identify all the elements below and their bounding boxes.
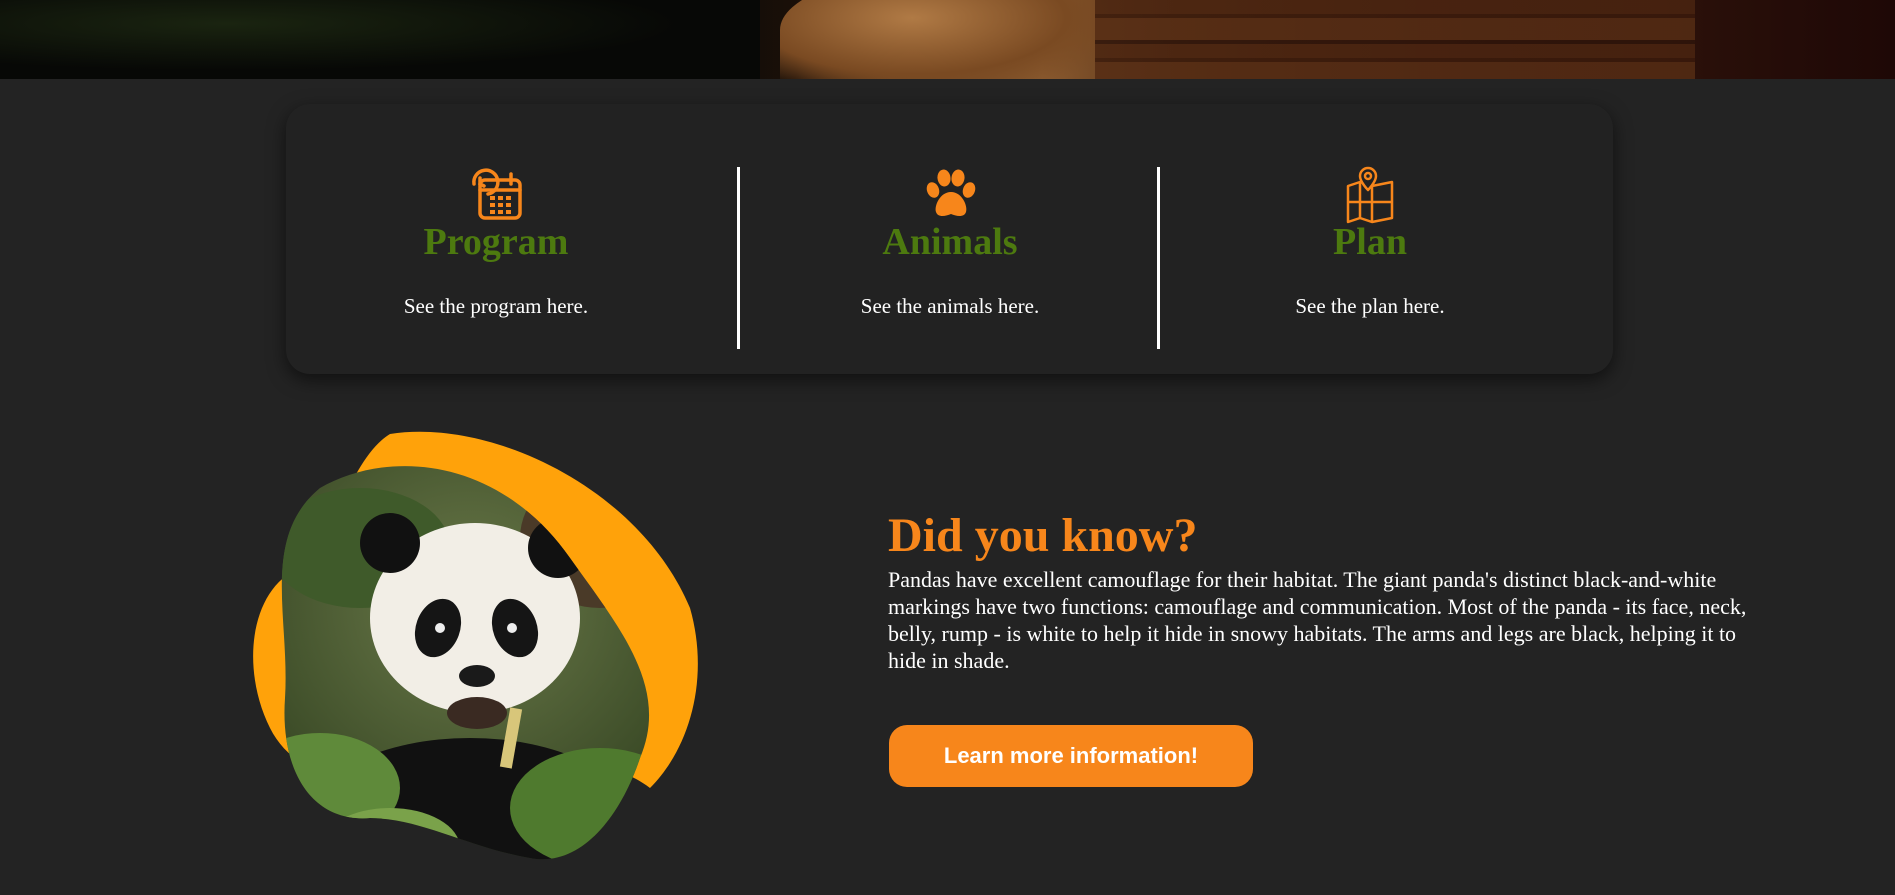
features-card: Program See the program here. Animals Se… bbox=[286, 104, 1613, 374]
feature-description: See the animals here. bbox=[860, 294, 1040, 318]
hero-banner-image bbox=[0, 0, 1895, 79]
learn-more-button[interactable]: Learn more information! bbox=[889, 725, 1253, 787]
calendar-clock-icon bbox=[472, 168, 522, 220]
feature-program[interactable]: Program See the program here. bbox=[286, 104, 706, 374]
map-pin-icon bbox=[1346, 166, 1394, 224]
panda-photo bbox=[253, 431, 698, 860]
feature-animals[interactable]: Animals See the animals here. bbox=[740, 104, 1160, 374]
feature-description: See the program here. bbox=[403, 294, 589, 318]
feature-title: Animals bbox=[882, 221, 1018, 263]
did-you-know-heading: Did you know? bbox=[888, 509, 1198, 562]
feature-plan[interactable]: Plan See the plan here. bbox=[1160, 104, 1580, 374]
paw-icon bbox=[926, 169, 976, 216]
feature-title: Plan bbox=[1333, 221, 1407, 263]
feature-title: Program bbox=[423, 221, 569, 263]
did-you-know-text: Pandas have excellent camouflage for the… bbox=[888, 567, 1747, 673]
feature-description: See the plan here. bbox=[1295, 294, 1445, 318]
